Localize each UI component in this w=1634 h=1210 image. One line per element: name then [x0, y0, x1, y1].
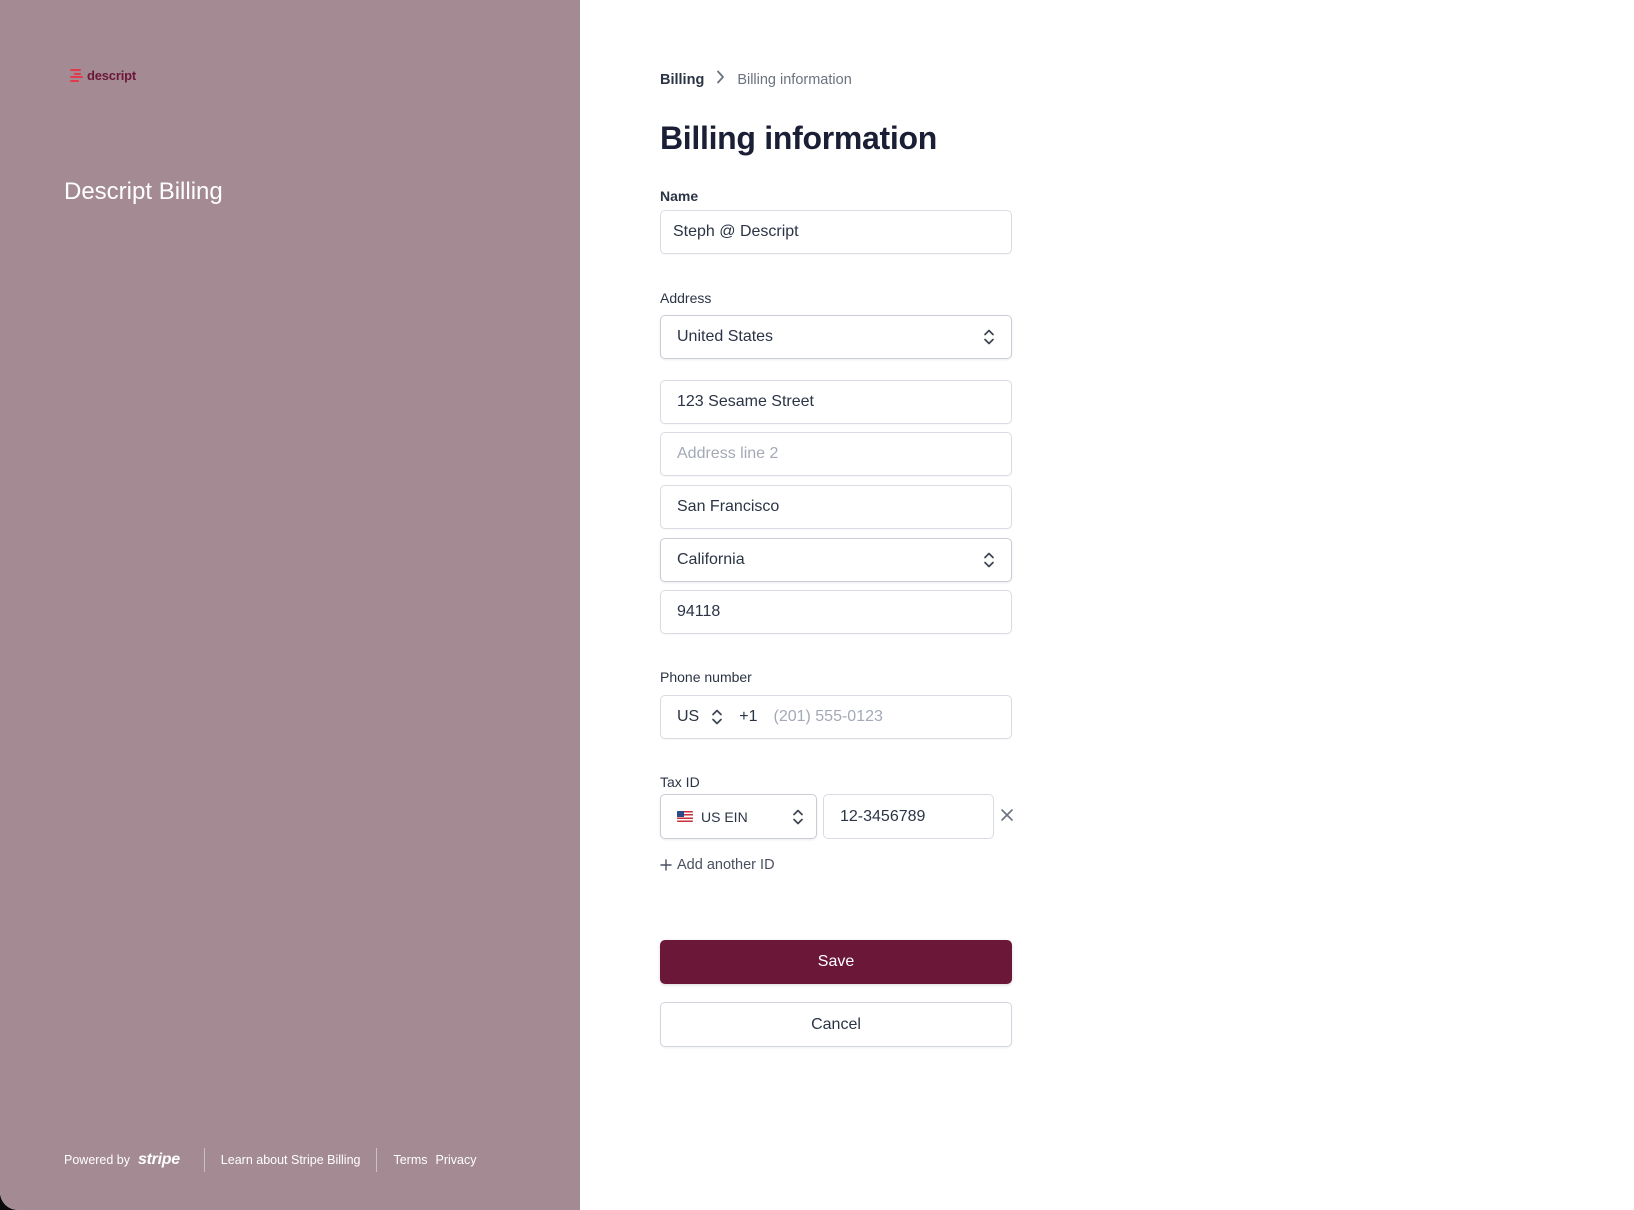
- learn-stripe-billing-link[interactable]: Learn about Stripe Billing: [205, 1153, 377, 1167]
- name-label: Name: [660, 188, 699, 204]
- address-line1-value: 123 Sesame Street: [677, 393, 814, 410]
- tax-id-type-value: US EIN: [701, 808, 748, 825]
- add-another-id-label: Add another ID: [677, 857, 775, 873]
- breadcrumb-billing-link[interactable]: Billing: [660, 72, 704, 88]
- phone-number-input[interactable]: (201) 555-0123: [773, 708, 882, 726]
- powered-by-stripe[interactable]: Powered by stripe: [64, 1151, 204, 1169]
- logo-text: descript: [87, 68, 136, 83]
- address-line2-placeholder: Address line 2: [677, 445, 779, 462]
- select-chevrons-icon: [792, 808, 804, 826]
- country-value: United States: [677, 328, 774, 345]
- plus-icon: [660, 858, 672, 872]
- terms-link[interactable]: Terms: [393, 1153, 427, 1167]
- address-label: Address: [660, 290, 712, 306]
- brand-panel: descript Descript Billing Powered by str…: [0, 0, 580, 1210]
- select-chevrons-icon: [983, 551, 995, 569]
- city-value: San Francisco: [677, 498, 780, 515]
- zip-value: 94118: [677, 603, 721, 620]
- tax-id-label: Tax ID: [660, 774, 700, 790]
- us-flag-icon: [677, 811, 693, 822]
- add-another-id-button[interactable]: Add another ID: [660, 857, 775, 873]
- powered-by-text: Powered by: [64, 1153, 131, 1167]
- phone-country-select[interactable]: US: [677, 708, 723, 726]
- city-field[interactable]: San Francisco: [660, 485, 1012, 529]
- zip-field[interactable]: 94118: [660, 590, 1012, 634]
- privacy-link[interactable]: Privacy: [436, 1153, 477, 1167]
- tax-id-value-field[interactable]: 12-3456789: [823, 794, 994, 839]
- select-chevrons-icon: [711, 708, 723, 726]
- state-value: California: [677, 551, 745, 568]
- address-line1-field[interactable]: 123 Sesame Street: [660, 380, 1012, 424]
- name-field[interactable]: Steph @ Descript: [660, 210, 1012, 254]
- save-button[interactable]: Save: [660, 940, 1012, 984]
- state-select[interactable]: California: [660, 538, 1012, 582]
- cancel-button[interactable]: Cancel: [660, 1002, 1012, 1047]
- stripe-logo: stripe: [138, 1151, 180, 1168]
- descript-logo[interactable]: descript: [70, 68, 136, 83]
- close-icon[interactable]: [1000, 808, 1014, 822]
- breadcrumb-current: Billing information: [737, 71, 852, 88]
- tax-id-value: 12-3456789: [840, 807, 926, 825]
- country-select[interactable]: United States: [660, 315, 1012, 359]
- phone-country-code: +1: [739, 708, 758, 725]
- page-title: Billing information: [660, 120, 937, 156]
- address-line2-field[interactable]: Address line 2: [660, 432, 1012, 476]
- phone-country-value: US: [677, 708, 700, 725]
- phone-field[interactable]: US +1 (201) 555-0123: [660, 695, 1012, 739]
- chevron-right-icon: [716, 70, 725, 89]
- phone-label: Phone number: [660, 669, 752, 685]
- form-panel: Billing Billing information Billing info…: [580, 0, 1634, 1210]
- billing-portal-window: descript Descript Billing Powered by str…: [0, 0, 1634, 1210]
- brand-title: Descript Billing: [64, 178, 223, 205]
- select-chevrons-icon: [983, 328, 995, 346]
- name-value: Steph @ Descript: [673, 223, 799, 240]
- descript-logo-icon: [70, 69, 83, 82]
- tax-id-type-select[interactable]: US EIN: [660, 794, 817, 839]
- footer: Powered by stripe Learn about Stripe Bil…: [64, 1148, 477, 1172]
- breadcrumb: Billing Billing information: [660, 70, 852, 89]
